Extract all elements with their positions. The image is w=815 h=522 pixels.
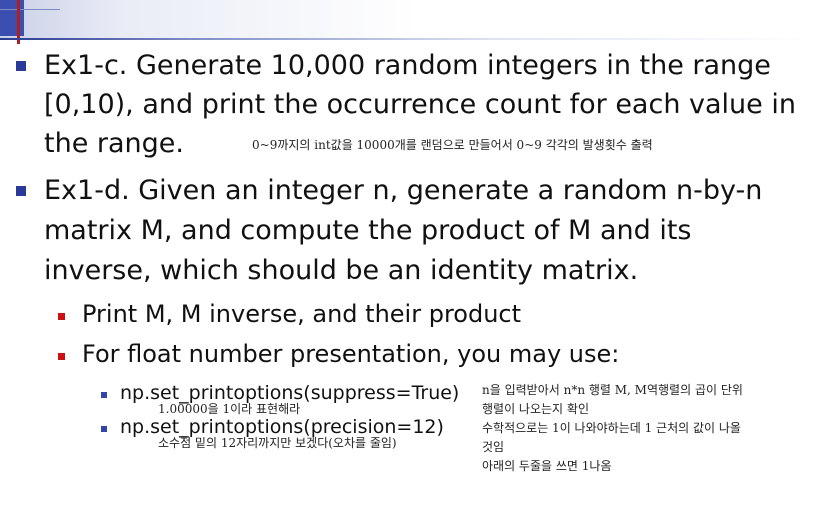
header-accent-block	[0, 0, 24, 36]
bullet1-line1: Ex1-c. Generate 10,000 random integers i…	[44, 50, 771, 81]
sub-item-print: Print M, M inverse, and their product	[82, 300, 522, 328]
code-bullet-marker	[101, 426, 107, 432]
bullet1-line2: [0,10), and print the occurrence count f…	[44, 89, 796, 120]
bullet1-korean-note: 0~9까지의 int값을 10000개를 랜덤으로 만들어서 0~9 각각의 발…	[252, 138, 653, 152]
header-decoration	[0, 0, 815, 40]
bullet2-line3: inverse, which should be an identity mat…	[44, 255, 639, 286]
header-divider-line	[0, 38, 815, 40]
code-bullet-marker	[101, 392, 107, 398]
sub-bullet-marker	[58, 353, 65, 360]
code-precision-note: 소수점 밑의 12자리까지만 보겠다(오차를 줄임)	[158, 436, 397, 450]
bullet1-line3: the range.	[44, 128, 184, 159]
sub-bullet-marker	[58, 313, 65, 320]
bullet2-line2: matrix M, and compute the product of M a…	[44, 215, 692, 246]
side-note-line5: 아래의 두줄을 쓰면 1나옴	[482, 459, 612, 473]
side-note-line1: n을 입력받아서 n*n 행렬 M, M역행렬의 곱이 단위	[482, 383, 743, 397]
bullet-marker	[16, 61, 26, 71]
side-note-line4: 것임	[482, 440, 505, 454]
bullet-marker	[16, 186, 26, 196]
header-thin-line	[0, 9, 60, 10]
sub-item-float-presentation: For float number presentation, you may u…	[82, 340, 620, 368]
bullet2-line1: Ex1-d. Given an integer n, generate a ra…	[44, 175, 763, 206]
side-note-line3: 수학적으로는 1이 나와야하는데 1 근처의 값이 나올	[482, 421, 741, 435]
side-note-line2: 행렬이 나오는지 확인	[482, 402, 589, 416]
